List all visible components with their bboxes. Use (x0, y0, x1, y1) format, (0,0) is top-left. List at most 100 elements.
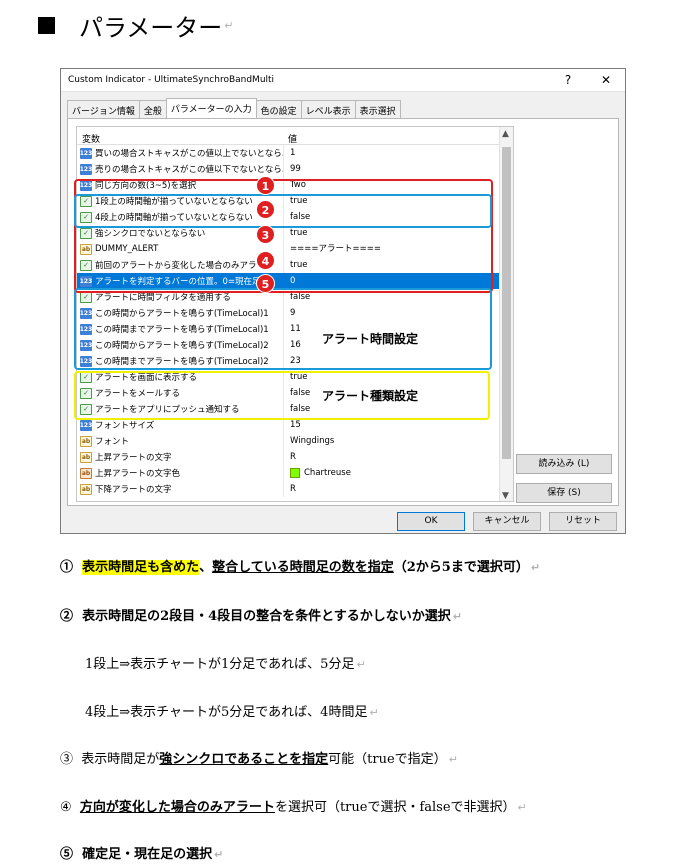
tab-4[interactable]: 色の設定 (255, 100, 302, 118)
note-3-underlined: 強シンクロであることを指定 (159, 752, 329, 767)
tab-1[interactable]: バージョン情報 (67, 100, 140, 118)
table-row[interactable]: 123 この時間からアラートを鳴らす(TimeLocal)1 9 (77, 305, 513, 321)
scroll-thumb[interactable] (502, 147, 511, 459)
table-row[interactable]: ✓ アラートをメールする false (77, 385, 513, 401)
param-value-cell[interactable]: true (283, 225, 513, 241)
note-5: ⑤ 確定足・現在足の選択 ↵ (60, 843, 223, 862)
param-value: 16 (290, 340, 301, 350)
grid-scrollbar[interactable]: ▲ ▼ (499, 127, 513, 501)
param-name: 買いの場合ストキャスがこの値以上でないとなら… (95, 149, 283, 159)
table-row[interactable]: 123 アラートを判定するバーの位置。0=現在足 0 (77, 273, 513, 289)
param-value-cell[interactable]: 15 (283, 417, 513, 433)
table-row[interactable]: ✓ アラートを画面に表示する true (77, 369, 513, 385)
table-row[interactable]: 123 売りの場合ストキャスがこの値以下でないとなら… 99 (77, 161, 513, 177)
string-type-icon: ab (80, 435, 92, 447)
table-row[interactable]: ab 上昇アラートの文字 R (77, 449, 513, 465)
param-value-cell[interactable]: true (283, 257, 513, 273)
note-4-tail: を選択可（trueで選択・falseで非選択） (274, 800, 516, 815)
param-value: true (290, 372, 308, 382)
param-value-cell[interactable]: 1 (283, 145, 513, 161)
table-row[interactable]: 123 この時間までアラートを鳴らす(TimeLocal)2 23 (77, 353, 513, 369)
dialog-titlebar: Custom Indicator - UltimateSynchroBandMu… (61, 69, 625, 92)
help-icon[interactable]: ? (549, 73, 587, 87)
paragraph-mark-icon: ↵ (369, 706, 379, 719)
param-name-cell: ab フォント (77, 435, 283, 447)
tab-2[interactable]: 全般 (138, 100, 167, 118)
table-row[interactable]: 123 この時間からアラートを鳴らす(TimeLocal)2 16 (77, 337, 513, 353)
param-value-cell[interactable]: Wingdings (283, 433, 513, 449)
dialog-title: Custom Indicator - UltimateSynchroBandMu… (68, 75, 275, 85)
param-name: この時間からアラートを鳴らす(TimeLocal)2 (95, 341, 269, 351)
column-header-value[interactable]: 値 (283, 127, 297, 145)
table-row[interactable]: ab フォント Wingdings (77, 433, 513, 449)
note-4-number: ④ (60, 800, 72, 815)
param-name: 上昇アラートの文字 (95, 453, 172, 463)
tab-3[interactable]: パラメーターの入力 (165, 98, 257, 118)
table-row[interactable]: ab 上昇アラートの文字色 Chartreuse (77, 465, 513, 481)
note-2-number: ② (60, 609, 74, 624)
param-name: アラートを判定するバーの位置。0=現在足 (95, 277, 261, 287)
cancel-button[interactable]: キャンセル (473, 512, 541, 531)
table-row[interactable]: 123 フォントサイズ 15 (77, 417, 513, 433)
param-value-cell[interactable]: Two (283, 177, 513, 193)
integer-type-icon: 123 (79, 307, 93, 319)
param-name: 下降アラートの文字 (95, 485, 172, 495)
param-value: Chartreuse (304, 468, 351, 478)
badge-1: 1 (256, 176, 275, 195)
note-1-number: ① (60, 560, 74, 575)
scroll-down-icon[interactable]: ▼ (502, 491, 509, 501)
param-value-cell[interactable]: true (283, 193, 513, 209)
ok-button[interactable]: OK (397, 512, 465, 531)
table-row[interactable]: 123 この時間までアラートを鳴らす(TimeLocal)1 11 (77, 321, 513, 337)
param-value: 11 (290, 324, 301, 334)
param-value-cell[interactable]: 99 (283, 161, 513, 177)
table-row[interactable]: 123 同じ方向の数(3~5)を選択 Two (77, 177, 513, 193)
param-value-cell[interactable]: true (283, 369, 513, 385)
boolean-type-icon: ✓ (80, 211, 92, 223)
close-icon[interactable]: ✕ (587, 73, 625, 87)
table-row[interactable]: ✓ アラートをアプリにプッシュ通知する false (77, 401, 513, 417)
table-row[interactable]: 123 買いの場合ストキャスがこの値以上でないとなら… 1 (77, 145, 513, 161)
note-2a-text: 1段上⇒表示チャートが1分足であれば、5分足 (85, 657, 355, 672)
annotation-alert-time: アラート時間設定 (322, 332, 419, 346)
param-name: フォントサイズ (95, 421, 155, 431)
param-value-cell[interactable]: Chartreuse (283, 465, 513, 481)
param-value-cell[interactable]: 23 (283, 353, 513, 369)
page-title-text: パラメーター (79, 14, 223, 42)
scroll-up-icon[interactable]: ▲ (502, 129, 509, 139)
param-name-cell: 123 同じ方向の数(3~5)を選択 (77, 179, 283, 191)
note-1-tail: （2から5まで選択可） (393, 560, 529, 575)
param-value: true (290, 228, 308, 238)
column-header-variable[interactable]: 変数 (77, 127, 283, 145)
note-1: ① 表示時間足も含めた、整合している時間足の数を指定（2から5まで選択可） ↵ (60, 556, 540, 575)
param-value-cell[interactable]: R (283, 449, 513, 465)
table-row[interactable]: ab DUMMY_ALERT ====アラート==== (77, 241, 513, 257)
param-name-cell: 123 この時間からアラートを鳴らす(TimeLocal)2 (77, 339, 283, 351)
tab-5[interactable]: レベル表示 (300, 100, 356, 118)
param-value: false (290, 404, 311, 414)
param-name: この時間までアラートを鳴らす(TimeLocal)2 (95, 357, 269, 367)
param-value-cell[interactable]: false (283, 209, 513, 225)
param-value-cell[interactable]: ====アラート==== (283, 241, 513, 257)
table-row[interactable]: ✓ 前回のアラートから変化した場合のみアラート true (77, 257, 513, 273)
param-name-cell: ✓ 前回のアラートから変化した場合のみアラート (77, 259, 283, 271)
tab-6[interactable]: 表示選択 (354, 100, 401, 118)
reset-button[interactable]: リセット (549, 512, 617, 531)
save-button[interactable]: 保存 (S) (516, 483, 612, 503)
param-value-cell[interactable]: false (283, 289, 513, 305)
param-value: 1 (290, 148, 296, 158)
param-value-cell[interactable]: 9 (283, 305, 513, 321)
table-row[interactable]: ✓ アラートに時間フィルタを適用する false (77, 289, 513, 305)
param-value-cell[interactable]: R (283, 481, 513, 497)
table-row[interactable]: ab 下降アラートの文字 R (77, 481, 513, 497)
paragraph-mark-icon: ↵ (224, 19, 234, 32)
param-name-cell: 123 アラートを判定するバーの位置。0=現在足 (77, 275, 283, 287)
table-row[interactable]: ✓ 強シンクロでないとならない true (77, 225, 513, 241)
load-button[interactable]: 読み込み (L) (516, 454, 612, 474)
param-value-cell[interactable]: 0 (283, 273, 513, 289)
table-row[interactable]: ✓ 1段上の時間軸が揃っていないとならない true (77, 193, 513, 209)
table-row[interactable]: ✓ 4段上の時間軸が揃っていないとならない false (77, 209, 513, 225)
param-name-cell: ab 上昇アラートの文字色 (77, 467, 283, 479)
param-name: この時間からアラートを鳴らす(TimeLocal)1 (95, 309, 269, 319)
note-2a: 1段上⇒表示チャートが1分足であれば、5分足 ↵ (85, 653, 366, 672)
